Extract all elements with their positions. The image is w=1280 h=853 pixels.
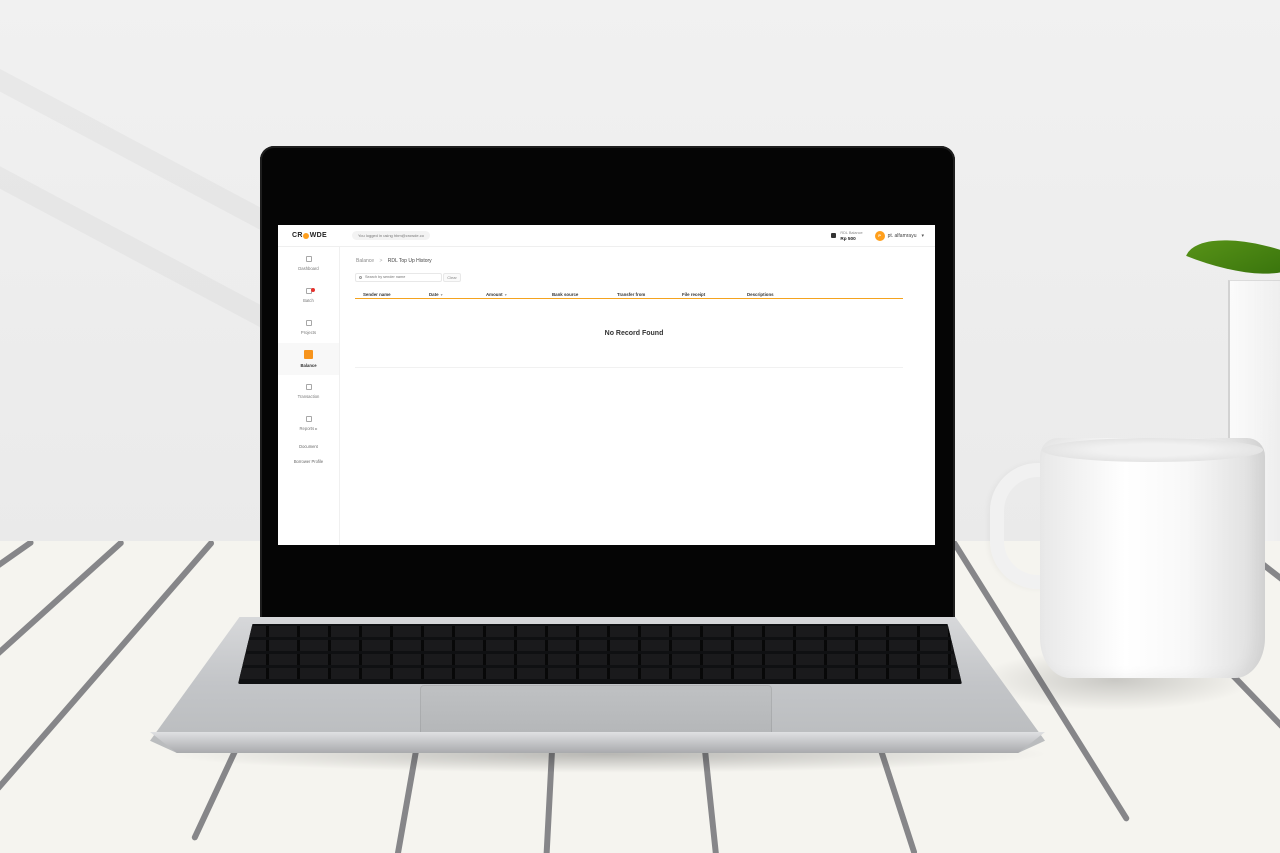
notification-dot: [311, 288, 315, 292]
breadcrumb-separator: >: [379, 258, 383, 264]
mug-rim: [1042, 438, 1263, 462]
sidebar-item-label: Batch: [303, 297, 314, 303]
column-bank-source[interactable]: Bank source: [552, 292, 617, 297]
user-name: pt. alfamrayu: [887, 232, 917, 239]
chevron-right-icon: ▸: [315, 425, 318, 431]
sidebar-item-balance[interactable]: Balance: [278, 343, 339, 375]
sort-icon[interactable]: ▾: [441, 293, 443, 297]
main-content: Balance > RDL Top Up History Clear Sende…: [355, 257, 913, 537]
breadcrumb-parent[interactable]: Balance: [356, 258, 374, 264]
search-row: Clear: [355, 272, 913, 282]
sidebar-item-transaction[interactable]: Transaction: [278, 375, 339, 407]
keyboard-row: [238, 626, 962, 637]
wallet-icon: [304, 350, 313, 359]
sidebar: Dashboard Batch Projects Balance Transac…: [278, 247, 340, 545]
column-amount[interactable]: Amount ▾: [486, 292, 552, 297]
sidebar-item-batch[interactable]: Batch: [278, 279, 339, 311]
balance-texts: RDL Balance Rp 500: [840, 231, 862, 241]
sidebar-item-label: Projects: [300, 329, 317, 335]
column-label: Amount: [486, 291, 503, 297]
search-icon: [359, 275, 362, 279]
transaction-icon: [305, 383, 312, 390]
sort-icon[interactable]: ▾: [505, 293, 507, 297]
laptop-front-edge: [150, 732, 1045, 753]
bank-icon: [831, 233, 837, 238]
table-bottom-divider: [355, 367, 903, 368]
breadcrumb-current: RDL Top Up History: [387, 258, 432, 264]
column-descriptions[interactable]: Descriptions: [747, 292, 837, 297]
sidebar-item-label-wrap: Reports ▸: [300, 426, 318, 431]
coffee-mug: [1040, 438, 1265, 678]
table-stripe: [0, 541, 126, 765]
avatar: P: [874, 230, 885, 241]
column-sender-name[interactable]: Sender name: [363, 292, 429, 297]
column-label: Date: [429, 291, 439, 297]
sidebar-item-reports[interactable]: Reports ▸: [278, 407, 339, 439]
logo-text-right: WDE: [309, 232, 327, 239]
sidebar-item-label: Transaction: [297, 393, 320, 399]
sidebar-item-label: Balance: [300, 363, 317, 368]
sidebar-item-label: Reports: [299, 425, 315, 431]
sidebar-link-borrower-profile[interactable]: Borrower Profile: [278, 454, 339, 469]
user-menu[interactable]: P pt. alfamrayu ▾: [874, 230, 924, 241]
sidebar-item-label: Dashboard: [298, 265, 319, 271]
app-screen: CR WDE You logged in using hbm@crowde.co…: [278, 225, 935, 545]
top-bar: CR WDE You logged in using hbm@crowde.co…: [278, 225, 935, 247]
sidebar-item-projects[interactable]: Projects: [278, 311, 339, 343]
logo-text-left: CR: [292, 232, 303, 239]
sidebar-item-dashboard[interactable]: Dashboard: [278, 247, 339, 279]
balance-widget[interactable]: RDL Balance Rp 500: [831, 231, 863, 241]
keyboard-row: [238, 654, 962, 665]
report-icon: [305, 415, 312, 422]
breadcrumb: Balance > RDL Top Up History: [356, 257, 913, 266]
keyboard-row: [238, 640, 962, 651]
clear-button[interactable]: Clear: [443, 272, 461, 282]
keyboard: [238, 624, 962, 684]
app-logo: CR WDE: [292, 232, 352, 239]
chevron-down-icon[interactable]: ▾: [921, 233, 924, 239]
search-field[interactable]: [355, 272, 442, 282]
balance-value: Rp 500: [840, 235, 856, 241]
sidebar-link-document[interactable]: Document: [278, 439, 339, 454]
column-date[interactable]: Date ▾: [429, 292, 486, 297]
login-notice: You logged in using hbm@crowde.co: [352, 231, 430, 240]
keyboard-row: [238, 668, 962, 679]
search-input[interactable]: [365, 273, 439, 281]
table-header: Sender name Date ▾ Amount ▾ Bank source …: [355, 290, 903, 299]
folder-icon: [305, 319, 312, 326]
column-transfer-from[interactable]: Transfer from: [617, 292, 682, 297]
empty-state: No Record Found: [604, 330, 664, 337]
home-icon: [305, 255, 312, 262]
logo-dot-icon: [303, 232, 310, 239]
column-file-receipt[interactable]: File receipt: [682, 292, 747, 297]
laptop-scene: CR WDE You logged in using hbm@crowde.co…: [0, 0, 1280, 853]
